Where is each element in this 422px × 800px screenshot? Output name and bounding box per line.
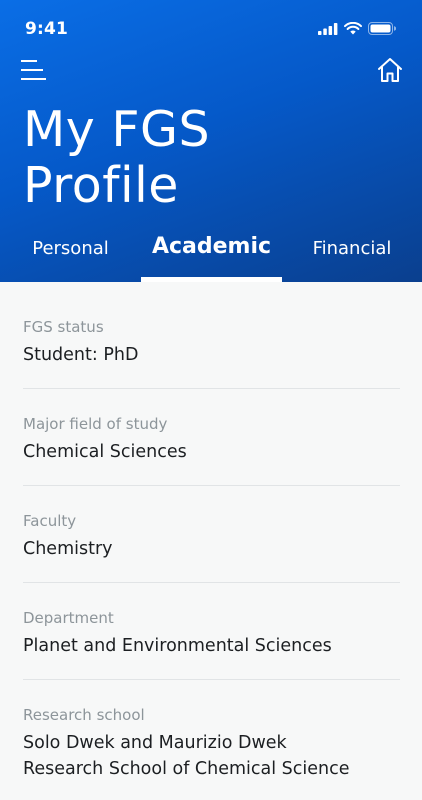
wifi-icon — [344, 22, 362, 35]
home-button[interactable] — [376, 56, 404, 84]
field-value: Student: PhD — [23, 345, 139, 365]
field-department: Department Planet and Environmental Scie… — [23, 609, 400, 659]
profile-header: 9:41 My FGS Profile Personal Academic Fi… — [0, 0, 422, 282]
menu-button[interactable] — [21, 58, 47, 82]
field-label: FGS status — [23, 318, 104, 336]
field-label: Major field of study — [23, 415, 168, 433]
field-label: Research school — [23, 706, 145, 724]
hamburger-menu-icon — [21, 60, 46, 80]
field-label: Department — [23, 609, 114, 627]
tab-academic-label: Academic — [151, 234, 272, 259]
tab-academic[interactable]: Academic — [141, 226, 282, 282]
field-faculty: Faculty Chemistry — [23, 512, 400, 562]
page-title: My FGS Profile — [23, 101, 211, 214]
field-value-line: Solo Dwek and Maurizio Dwek — [23, 733, 287, 753]
divider — [23, 679, 400, 680]
field-value: Planet and Environmental Sciences — [23, 636, 332, 656]
field-value-line: Research School of Chemical Science — [23, 759, 350, 779]
field-label: Faculty — [23, 512, 77, 530]
selected-tab-indicator — [141, 277, 282, 282]
field-value: Chemistry — [23, 539, 113, 559]
tab-personal[interactable]: Personal — [0, 226, 141, 282]
field-research-school: Research school Solo Dwek and Maurizio D… — [23, 706, 400, 782]
status-bar: 9:41 — [0, 0, 422, 56]
divider — [23, 388, 400, 389]
divider — [23, 485, 400, 486]
field-major: Major field of study Chemical Sciences — [23, 415, 400, 465]
divider — [23, 582, 400, 583]
home-icon — [378, 58, 402, 82]
tab-personal-label: Personal — [32, 238, 109, 259]
cellular-signal-icon — [318, 22, 338, 35]
tab-financial[interactable]: Financial — [282, 226, 422, 282]
battery-icon — [368, 22, 396, 35]
tab-financial-label: Financial — [312, 238, 392, 259]
profile-tabs: Personal Academic Financial — [0, 226, 422, 282]
status-icons — [318, 22, 396, 35]
field-fgs-status: FGS status Student: PhD — [23, 318, 400, 368]
field-value: Solo Dwek and Maurizio Dwek Research Sch… — [23, 730, 400, 782]
field-value: Chemical Sciences — [23, 442, 187, 462]
status-time: 9:41 — [25, 19, 69, 39]
